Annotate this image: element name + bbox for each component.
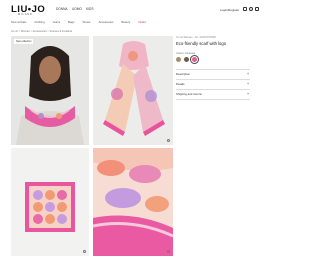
product-pretitle: Liu Jo Woman · Art. 2A4070T0300: [176, 36, 216, 39]
category-item[interactable]: Shoes: [83, 20, 91, 24]
zoom-icon[interactable]: [83, 250, 86, 253]
accordion-label: Details: [176, 82, 185, 86]
category-item[interactable]: Clothing: [34, 20, 44, 24]
accordion-shipping[interactable]: Shipping and returns +: [176, 89, 250, 100]
product-image-flat[interactable]: [11, 148, 89, 256]
brand-logo-subtitle: MILANO: [18, 13, 33, 16]
color-label: Colour: Fantasia: [176, 52, 196, 55]
breadcrumb[interactable]: Liu Jo > Woman > Accessories > Scarves &…: [11, 30, 72, 33]
zoom-icon[interactable]: [167, 250, 170, 253]
product-info-panel: Liu Jo Woman · Art. 2A4070T0300 Eco-frie…: [176, 36, 250, 100]
new-collection-badge: New collection: [14, 39, 34, 44]
scarf-detail-photo: [93, 148, 173, 256]
accordion-details[interactable]: Details +: [176, 79, 250, 89]
category-item[interactable]: Beauty: [122, 20, 131, 24]
color-swatch[interactable]: [184, 57, 189, 62]
topnav-uomo[interactable]: UOMO: [72, 7, 82, 11]
product-image-detail[interactable]: [93, 148, 173, 256]
model-photo: [11, 36, 89, 145]
user-icon[interactable]: [243, 7, 247, 11]
scarf-tied-photo: [93, 36, 173, 145]
plus-icon: +: [246, 82, 249, 86]
accordion-label: Shipping and returns: [176, 92, 202, 96]
category-nav: New arrivals Clothing Jeans Bags Shoes Access…: [11, 20, 154, 24]
product-image-tied[interactable]: [93, 36, 173, 145]
topnav-donna[interactable]: DONNA: [56, 7, 68, 11]
plus-icon: +: [246, 92, 249, 96]
accordion-label: Description: [176, 72, 190, 76]
zoom-icon[interactable]: [167, 139, 170, 142]
category-item[interactable]: New arrivals: [11, 20, 26, 24]
bag-icon[interactable]: [255, 7, 259, 11]
color-swatch-selected[interactable]: [190, 55, 199, 64]
product-title: Eco-friendly scarf with logo: [176, 41, 227, 46]
category-item[interactable]: Jeans: [53, 20, 60, 24]
category-item-outlet[interactable]: Outlet: [138, 20, 145, 24]
product-image-model[interactable]: New collection: [11, 36, 89, 145]
color-swatch[interactable]: [176, 57, 181, 62]
accordion-description[interactable]: Description +: [176, 69, 250, 79]
color-swatches: [176, 55, 250, 64]
category-item[interactable]: Accessories: [98, 20, 113, 24]
plus-icon: +: [246, 72, 249, 76]
scarf-flat-photo: [11, 148, 89, 256]
login-link[interactable]: Login/Register: [220, 8, 239, 12]
topnav-kids[interactable]: KIDS: [86, 7, 93, 11]
heart-icon[interactable]: [249, 7, 253, 11]
category-item[interactable]: Bags: [68, 20, 74, 24]
